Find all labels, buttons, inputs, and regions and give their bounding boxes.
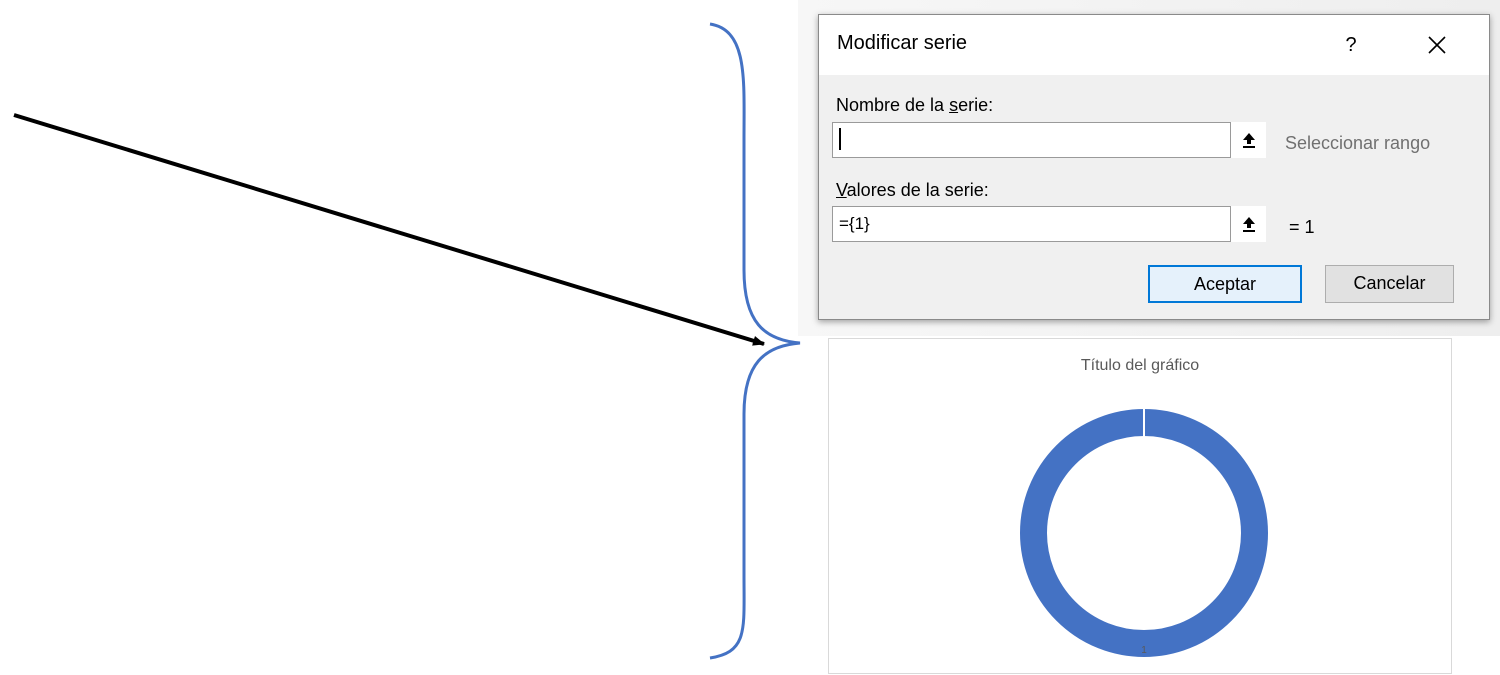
help-button[interactable]: ? [1333, 29, 1369, 61]
collapse-range-icon [1242, 133, 1255, 148]
label-text: erie: [958, 95, 994, 115]
help-icon: ? [1345, 34, 1357, 56]
label-text: alores de la serie: [846, 180, 989, 200]
series-values-input[interactable]: ={1} [832, 206, 1266, 242]
series-name-input[interactable] [832, 122, 1266, 158]
chart-area[interactable]: Título del gráfico 1 [828, 338, 1452, 674]
collapse-range-icon [1242, 217, 1255, 232]
accelerator-key: s [949, 95, 959, 115]
series-values-label: Valores de la serie: [836, 180, 989, 201]
series-values-value: ={1} [839, 214, 870, 233]
annotation-arrow [13, 113, 765, 346]
dialog-title: Modificar serie [837, 32, 968, 54]
donut-chart [1020, 408, 1268, 657]
cancel-button[interactable]: Cancelar [1325, 265, 1454, 303]
chart-legend[interactable]: 1 [829, 645, 1451, 656]
close-button[interactable] [1417, 29, 1457, 61]
text-cursor [839, 128, 841, 151]
close-icon [1428, 36, 1446, 54]
select-range-hint: Seleccionar rango [1285, 133, 1431, 153]
modify-series-dialog: Modificar serie ? Nombre de la serie: Se… [818, 14, 1490, 320]
dialog-titlebar[interactable]: Modificar serie ? [819, 15, 1489, 75]
ok-button[interactable]: Aceptar [1148, 265, 1302, 303]
accelerator-key: V [836, 180, 847, 200]
legend-label: 1 [1141, 645, 1147, 656]
collapse-range-button[interactable] [1230, 122, 1266, 158]
series-name-label: Nombre de la serie: [836, 95, 993, 116]
legend-swatch [1133, 647, 1139, 653]
collapse-range-button[interactable] [1230, 206, 1266, 242]
donut-slice-1[interactable] [1020, 409, 1268, 657]
label-text: Nombre de la [836, 95, 950, 115]
values-preview: = 1 [1289, 217, 1315, 237]
